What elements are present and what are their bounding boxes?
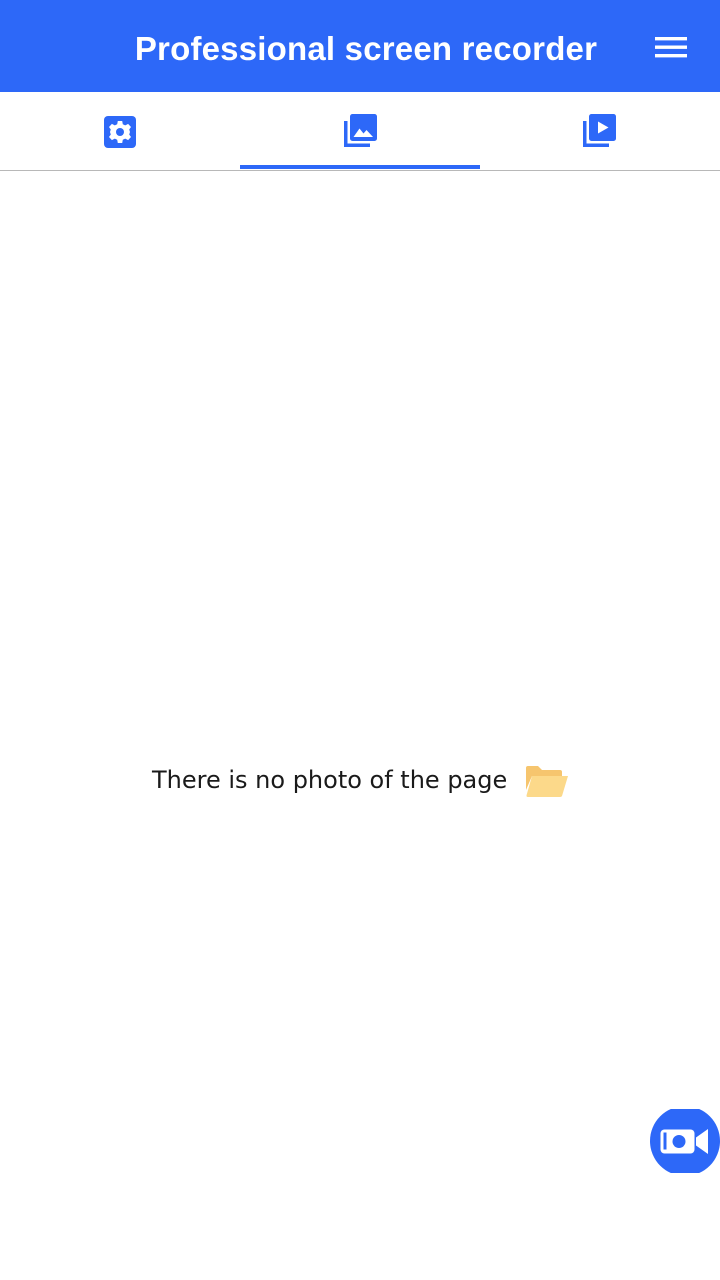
empty-state: There is no photo of the page bbox=[0, 760, 720, 808]
tab-videos[interactable] bbox=[480, 92, 720, 170]
video-camera-icon bbox=[650, 1109, 720, 1173]
app-title: Professional screen recorder bbox=[134, 30, 598, 67]
app-bar: Professional screen recorder bbox=[0, 0, 720, 92]
photo-library-icon bbox=[344, 114, 377, 147]
hamburger-menu-icon bbox=[655, 37, 687, 58]
record-button[interactable] bbox=[650, 1109, 720, 1173]
open-folder-icon bbox=[526, 766, 568, 797]
tab-indicator bbox=[240, 165, 480, 169]
menu-button[interactable] bbox=[645, 28, 697, 70]
tab-bar bbox=[0, 92, 720, 171]
empty-state-message: There is no photo of the page bbox=[152, 766, 508, 794]
video-library-icon bbox=[583, 114, 616, 147]
tab-settings[interactable] bbox=[0, 92, 240, 170]
gear-icon bbox=[104, 116, 136, 148]
tab-photos[interactable] bbox=[240, 92, 480, 170]
